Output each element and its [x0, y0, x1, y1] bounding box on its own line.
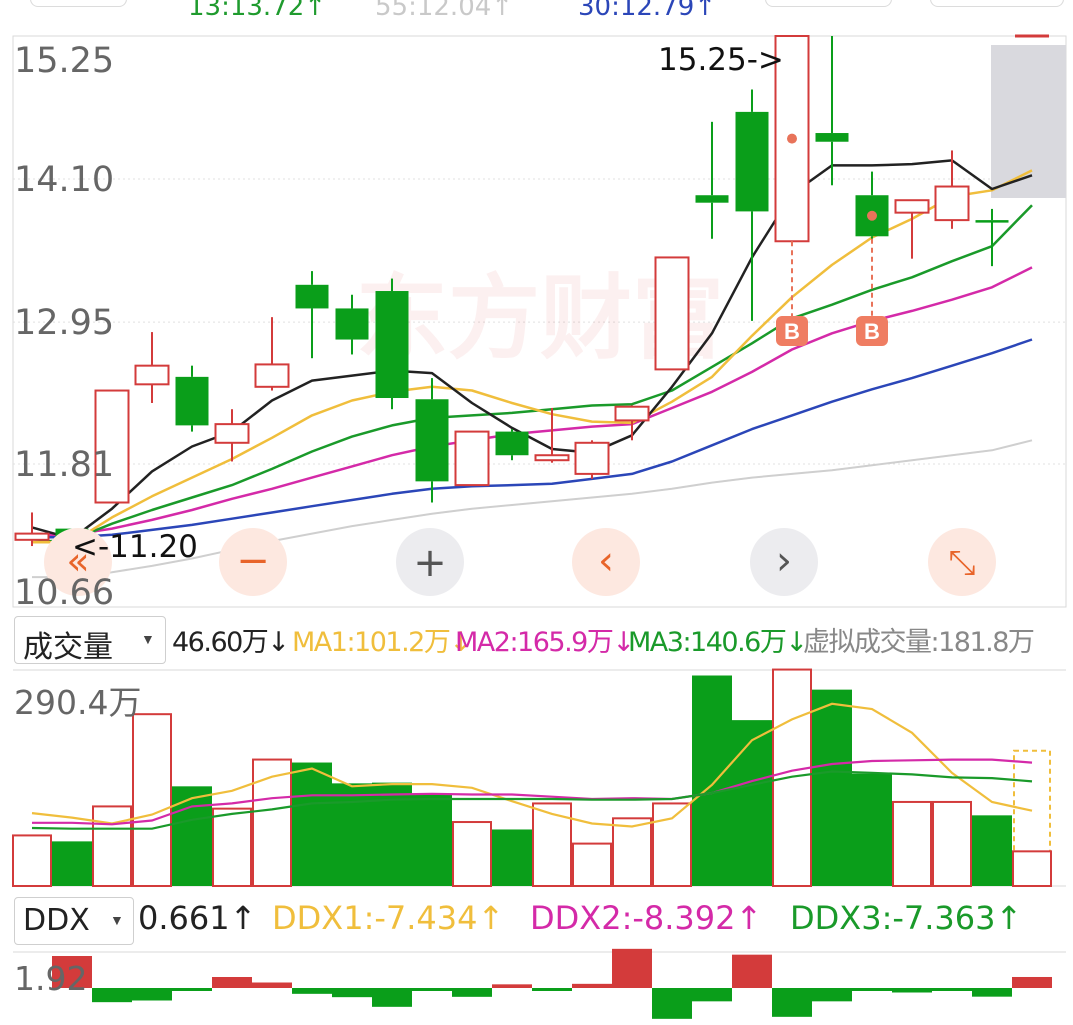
- buy-signal-text: B: [784, 319, 800, 344]
- candle-body: [534, 454, 570, 462]
- candle: [375, 278, 409, 410]
- ddx-bar: [932, 988, 972, 991]
- candle-body: [214, 423, 250, 444]
- ddx-bar: [372, 988, 412, 1007]
- zoom-in-icon: +: [413, 540, 447, 586]
- buy-signal-dot: [787, 133, 797, 144]
- high-price-label: 15.25->: [658, 42, 784, 78]
- ddx-bar: [532, 988, 572, 991]
- volume-bar: [692, 675, 732, 886]
- price-tick-label: 14.10: [14, 160, 114, 200]
- candle-body: [295, 284, 329, 309]
- ddx-bar: [452, 988, 492, 997]
- ddx-bar: [332, 988, 372, 998]
- candle: [574, 440, 610, 479]
- volume-bar: [372, 782, 412, 886]
- candle-body: [614, 405, 650, 422]
- zoom-in-button[interactable]: +: [396, 528, 464, 596]
- volume-bar: [452, 821, 492, 888]
- ddx-bar: [612, 948, 652, 988]
- candle-body: [934, 185, 970, 222]
- ddx-bar: [572, 983, 612, 988]
- candle-body: [495, 431, 529, 456]
- ddx-bar: [212, 977, 252, 988]
- price-tick-label: 12.95: [14, 303, 114, 343]
- zoom-out-button[interactable]: −: [219, 528, 287, 596]
- scroll-right-button[interactable]: ›: [750, 528, 818, 596]
- ddx-bar: [892, 988, 932, 993]
- candle-body: [454, 430, 490, 487]
- candle: [454, 430, 490, 487]
- volume-bar: [1012, 850, 1052, 888]
- fullscreen-icon: ⤡: [948, 543, 975, 583]
- candle-body: [574, 441, 610, 475]
- candle-body: [14, 532, 50, 541]
- candle-body: [415, 399, 449, 482]
- candle-body: [375, 291, 409, 399]
- zoom-out-icon: −: [236, 538, 270, 584]
- candle-body: [975, 220, 1009, 223]
- ddx-bar: [692, 988, 732, 1002]
- ddx-bar: [292, 988, 332, 994]
- ddx-bar: [812, 988, 852, 1002]
- ddx-bar: [252, 982, 292, 988]
- volume-bar: [652, 802, 692, 887]
- candle: [654, 256, 690, 371]
- volume-bar: [612, 817, 652, 887]
- ddx-bar: [412, 988, 452, 991]
- volume-bar: [572, 842, 612, 888]
- price-tick-label: 11.81: [14, 445, 114, 485]
- low-price-label: <-11.20: [72, 529, 198, 565]
- volume-tick-label: 290.4万: [14, 683, 141, 722]
- volume-bar: [852, 773, 892, 886]
- candle-body: [175, 376, 209, 426]
- volume-bar: [12, 834, 52, 888]
- candle-body: [654, 256, 690, 371]
- candle-body: [335, 308, 369, 340]
- candle-body: [815, 133, 849, 142]
- ddx-bar: [1012, 976, 1052, 988]
- price-tick-label: 10.66: [14, 573, 114, 613]
- candle-body: [254, 363, 290, 388]
- candle-body: [695, 195, 729, 203]
- ddx-bar: [772, 988, 812, 1017]
- ddx-bar: [852, 988, 892, 991]
- ddx-bar: [92, 988, 132, 1003]
- candle-body: [134, 364, 170, 386]
- volume-bar: [252, 758, 292, 887]
- ddx-bar: [172, 988, 212, 991]
- ddx-tick-label: 1.92: [14, 959, 87, 998]
- volume-bar: [92, 805, 132, 887]
- volume-bar: [212, 807, 252, 888]
- volume-bar: [532, 802, 572, 887]
- buy-signal-dot: [867, 210, 877, 221]
- price-tick-label: 15.25: [14, 41, 114, 81]
- candle-body: [894, 199, 930, 214]
- scroll-right-icon: ›: [776, 538, 792, 584]
- scroll-left-icon: ‹: [598, 538, 614, 584]
- fullscreen-button[interactable]: ⤡: [928, 528, 996, 596]
- stock-chart[interactable]: 东方财富 B B« − + ‹ › ⤡15.2514.1012.9511.8110.6615.…: [0, 0, 1073, 1025]
- volume-bar: [812, 689, 852, 886]
- volume-bar: [172, 786, 212, 886]
- volume-bar: [972, 815, 1012, 886]
- volume-bar: [732, 720, 772, 886]
- volume-bar: [132, 713, 172, 887]
- forecast-shade: [991, 45, 1066, 198]
- ddx-bar: [132, 988, 172, 1001]
- candle-body: [735, 111, 769, 212]
- scroll-left-button[interactable]: ‹: [572, 528, 640, 596]
- volume-bar: [52, 841, 92, 886]
- volume-bar: [892, 800, 932, 888]
- ddx-bar: [492, 984, 532, 988]
- volume-bar: [412, 794, 452, 886]
- ddx-bar: [652, 988, 692, 1019]
- ddx-bar: [732, 954, 772, 988]
- volume-bar: [332, 783, 372, 886]
- volume-bar: [292, 762, 332, 886]
- ddx-bar: [972, 988, 1012, 997]
- buy-signal-text: B: [864, 319, 880, 344]
- volume-bar: [932, 800, 972, 888]
- volume-bar: [492, 829, 532, 886]
